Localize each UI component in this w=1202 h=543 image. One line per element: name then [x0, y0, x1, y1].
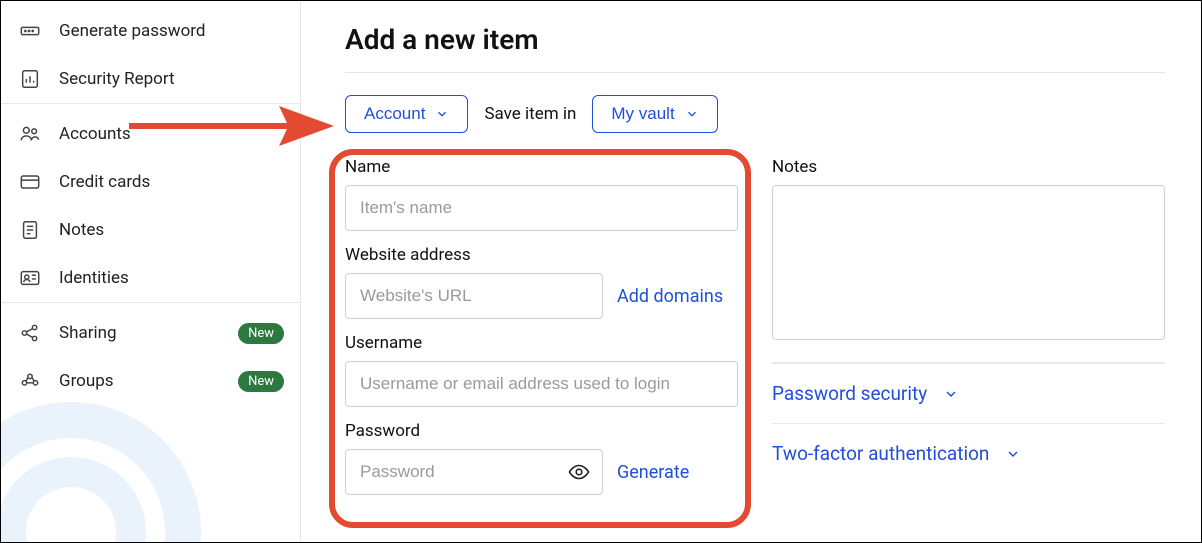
sidebar-item-generate-password[interactable]: Generate password [1, 7, 300, 55]
add-domains-link[interactable]: Add domains [617, 286, 723, 307]
groups-icon [19, 370, 41, 392]
sidebar-item-notes[interactable]: Notes [1, 206, 300, 254]
password-icon [19, 20, 41, 42]
item-toolbar: Account Save item in My vault [345, 95, 1165, 133]
secondary-panel: Notes Password security Two-factor authe… [772, 157, 1165, 483]
sidebar-item-label: Sharing [59, 323, 117, 343]
accordion-label: Two-factor authentication [772, 442, 989, 465]
report-icon [19, 68, 41, 90]
chevron-down-icon [685, 107, 699, 121]
sidebar-item-identities[interactable]: Identities [1, 254, 300, 302]
chevron-down-icon [435, 107, 449, 121]
sidebar-item-label: Identities [59, 268, 129, 288]
sidebar: Generate password Security Report Accoun… [1, 1, 301, 542]
item-type-dropdown[interactable]: Account [345, 95, 468, 133]
annotation-arrow [129, 96, 339, 156]
sidebar-item-label: Groups [59, 371, 114, 391]
website-label: Website address [345, 245, 738, 265]
sidebar-group-tools: Generate password Security Report [1, 1, 300, 103]
name-label: Name [345, 157, 738, 177]
sidebar-item-label: Generate password [59, 21, 205, 41]
username-label: Username [345, 333, 738, 353]
sidebar-group-collab: Sharing New Groups New [1, 302, 300, 405]
accordion-two-factor[interactable]: Two-factor authentication [772, 423, 1165, 483]
toggle-password-visibility[interactable] [563, 456, 595, 488]
vault-dropdown[interactable]: My vault [592, 95, 717, 133]
website-input[interactable] [345, 273, 603, 319]
accordion-label: Password security [772, 382, 927, 405]
dropdown-label: My vault [611, 104, 674, 124]
save-in-label: Save item in [484, 104, 576, 124]
notes-textarea[interactable] [772, 185, 1165, 340]
sidebar-item-label: Credit cards [59, 172, 150, 192]
password-label: Password [345, 421, 738, 441]
sidebar-item-label: Accounts [59, 124, 131, 144]
share-icon [19, 322, 41, 344]
sidebar-item-credit-cards[interactable]: Credit cards [1, 158, 300, 206]
username-input[interactable] [345, 361, 738, 407]
card-icon [19, 171, 41, 193]
sidebar-item-label: Notes [59, 220, 104, 240]
name-input[interactable] [345, 185, 738, 231]
sidebar-item-sharing[interactable]: Sharing New [1, 309, 300, 357]
dropdown-label: Account [364, 104, 425, 124]
sidebar-item-groups[interactable]: Groups New [1, 357, 300, 405]
main-content: Add a new item Account Save item in My v… [301, 1, 1201, 542]
notes-icon [19, 219, 41, 241]
sidebar-item-label: Security Report [59, 69, 175, 89]
item-form: Name Website address Add domains Usernam… [345, 157, 738, 495]
accounts-icon [19, 123, 41, 145]
chevron-down-icon [1005, 446, 1021, 462]
new-badge: New [238, 323, 284, 344]
decorative-rings [1, 402, 201, 542]
notes-label: Notes [772, 157, 1165, 177]
new-badge: New [238, 371, 284, 392]
eye-icon [567, 460, 591, 484]
page-title: Add a new item [345, 23, 1165, 56]
generate-password-link[interactable]: Generate [617, 462, 689, 483]
identity-icon [19, 267, 41, 289]
chevron-down-icon [943, 386, 959, 402]
divider [345, 72, 1165, 73]
accordion-password-security[interactable]: Password security [772, 363, 1165, 423]
